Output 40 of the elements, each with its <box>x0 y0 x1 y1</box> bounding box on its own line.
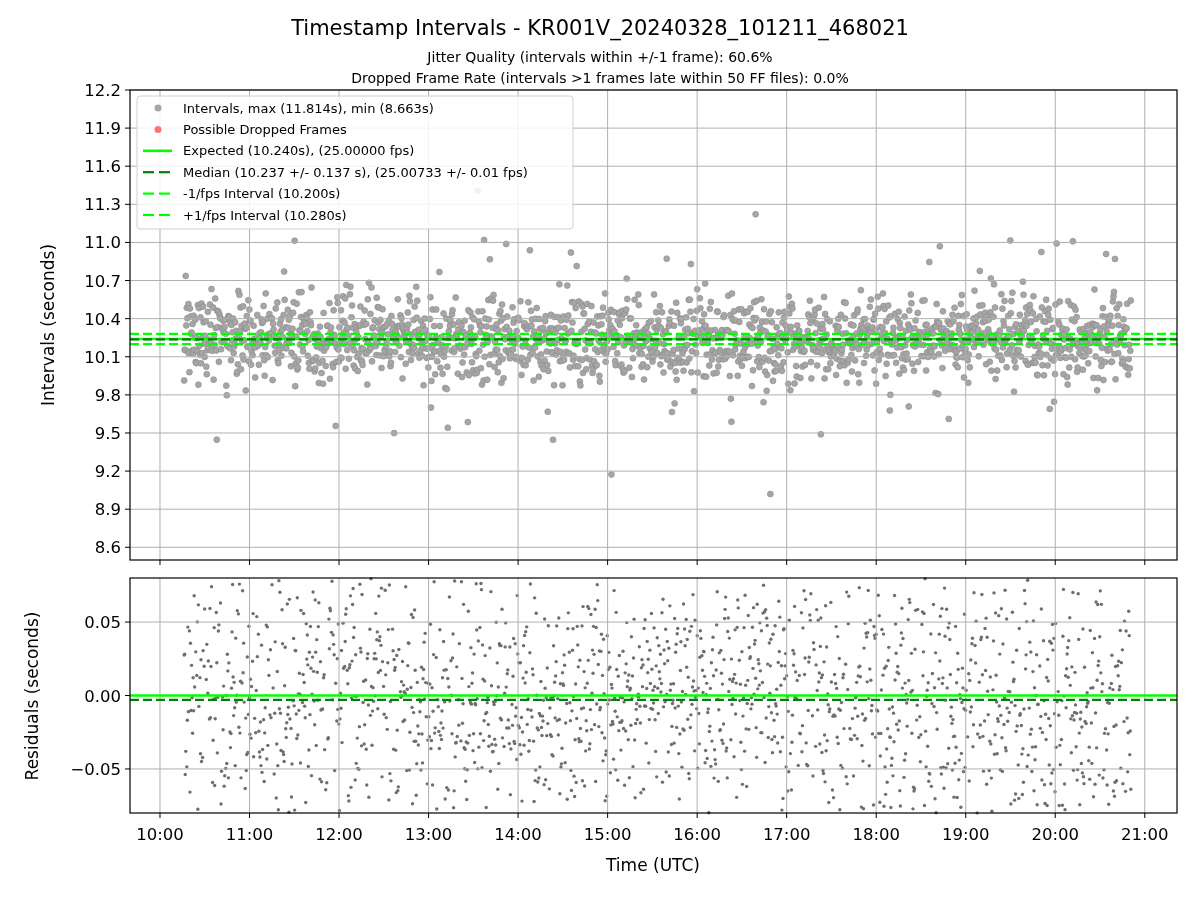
y-tick-label: 10.4 <box>84 309 121 329</box>
x-tick-label: 20:00 <box>1031 825 1080 844</box>
x-tick-label: 19:00 <box>941 825 990 844</box>
y-tick-label: 0.00 <box>84 686 121 706</box>
legend-label: +1/fps Interval (10.280s) <box>183 207 347 223</box>
y-tick-label: 11.3 <box>84 195 121 215</box>
y-axis-label: Intervals (seconds) <box>38 243 58 407</box>
y-tick-label: −0.05 <box>70 759 121 779</box>
legend-label: Median (10.237 +/- 0.137 s), (25.00733 +/- 0.01 fps) <box>183 164 528 180</box>
y-tick-label: 10.1 <box>84 347 121 367</box>
y-tick-label: 9.2 <box>94 462 121 482</box>
x-tick-label: 18:00 <box>852 825 900 844</box>
legend-label: -1/fps Interval (10.200s) <box>183 186 341 202</box>
y-tick-label: 8.6 <box>94 538 121 558</box>
x-tick-label: 14:00 <box>494 825 542 844</box>
y-axis-label: Residuals (seconds) <box>22 611 42 781</box>
y-tick-label: 11.6 <box>84 157 121 177</box>
x-tick-label: 17:00 <box>762 825 811 844</box>
y-tick-label: 9.8 <box>94 385 121 405</box>
legend-label: Expected (10.240s), (25.00000 fps) <box>183 143 415 159</box>
y-tick-label: 12.2 <box>84 81 121 100</box>
legend-label: Possible Dropped Frames <box>183 121 347 137</box>
legend-label: Intervals, max (11.814s), min (8.663s) <box>183 100 434 116</box>
x-tick-label: 16:00 <box>673 825 721 844</box>
y-tick-label: 11.9 <box>84 119 121 139</box>
y-tick-label: 11.0 <box>84 233 121 253</box>
x-tick-label: 12:00 <box>315 825 363 844</box>
y-tick-label: 8.9 <box>94 500 121 520</box>
chart-title: Timestamp Intervals - KR001V_20240328_101211_468021 <box>291 15 909 41</box>
x-tick-label: 15:00 <box>583 825 632 844</box>
x-axis-label: Time (UTC) <box>606 855 700 875</box>
x-tick-label: 21:00 <box>1121 825 1169 844</box>
chart-subtitle: Jitter Quality (intervals within +/-1 frame): 60.6% <box>427 48 773 67</box>
y-tick-label: 10.7 <box>84 271 121 291</box>
chart-subtitle: Dropped Frame Rate (intervals >1 frames late within 50 FF files): 0.0% <box>351 69 849 88</box>
x-tick-label: 11:00 <box>225 825 274 844</box>
x-tick-label: 13:00 <box>404 825 453 844</box>
y-tick-label: 0.05 <box>84 613 121 633</box>
y-tick-label: 9.5 <box>94 423 121 443</box>
x-tick-label: 10:00 <box>136 825 184 844</box>
